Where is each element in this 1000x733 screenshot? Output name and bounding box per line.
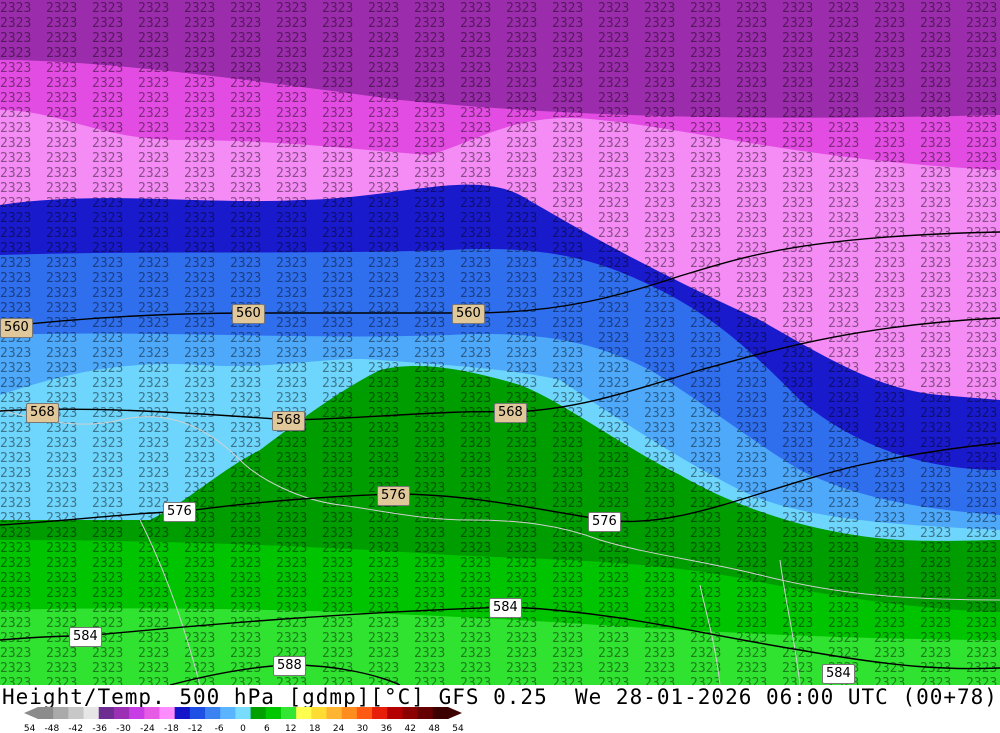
colorbar-cell (113, 707, 130, 719)
value-texture (0, 0, 1000, 685)
colorbar-left-arrow (24, 707, 38, 719)
contour-label: 584 (489, 598, 522, 618)
colorbar-cell (296, 707, 312, 719)
colorbar-cell (159, 707, 176, 719)
colorbar-tick-label: -30 (116, 724, 131, 733)
colorbar-cell (417, 707, 434, 719)
colorbar-cell (250, 707, 267, 719)
colorbar-tick-label: 30 (357, 724, 369, 733)
contour-label: 560 (232, 304, 265, 324)
contour-label: 560 (0, 318, 33, 338)
colorbar-cell (432, 707, 449, 719)
map-timestamp: We 28-01-2026 06:00 UTC (00+78) (575, 685, 998, 709)
colorbar-tick-label: -6 (215, 724, 224, 733)
colorbar-cell (341, 707, 358, 719)
colorbar-cell (220, 707, 236, 719)
colorbar-cell (387, 707, 403, 719)
colorbar-cell (280, 707, 297, 719)
colorbar-tick-label: 36 (381, 724, 393, 733)
colorbar-tick-label: 0 (240, 724, 246, 733)
contour-label: 568 (272, 411, 305, 431)
colorbar-cell (38, 707, 54, 719)
contour-label: 560 (452, 304, 485, 324)
colorbar-tick-label: -12 (188, 724, 203, 733)
colorbar-tick-label: -42 (68, 724, 83, 733)
colorbar-cell (189, 707, 206, 719)
contour-label: 584 (69, 627, 102, 647)
colorbar-cell (235, 707, 252, 719)
colorbar-cell (265, 707, 282, 719)
colorbar-tick-label: -48 (45, 724, 60, 733)
colorbar-cell (68, 707, 85, 719)
colorbar-cell (311, 707, 328, 719)
contour-label: 576 (377, 486, 410, 506)
colorbar-tick-label: -36 (92, 724, 107, 733)
colorbar-cell (205, 707, 221, 719)
colorbar-tick-label: 54 (452, 724, 464, 733)
colorbar-cell (356, 707, 373, 719)
colorbar-cell (129, 707, 145, 719)
colorbar-cell (98, 707, 115, 719)
map-title: Height/Temp. 500 hPa [gdmp][°C] GFS 0.25 (2, 685, 548, 709)
contour-label: 584 (822, 664, 855, 684)
colorbar-tick-label: 24 (333, 724, 345, 733)
colorbar-cell (402, 707, 419, 719)
colorbar-tick-label: 48 (428, 724, 440, 733)
colorbar: -54 -48 -42 -36 -30 -24 -18 -12 -6 0 6 12 18 24 30 36 42… (24, 707, 464, 733)
colorbar-cell (174, 707, 191, 719)
colorbar-tick-label: 6 (264, 724, 270, 733)
contour-label: 568 (26, 403, 59, 423)
colorbar-tick-label: -24 (140, 724, 155, 733)
colorbar-cell (144, 707, 160, 719)
colorbar-tick-label: 18 (309, 724, 321, 733)
contour-label: 568 (494, 403, 527, 423)
colorbar-tick-label: 42 (404, 724, 415, 733)
colorbar-cell (372, 707, 388, 719)
colorbar-tick-label: 12 (285, 724, 296, 733)
contour-label: 588 (273, 656, 306, 676)
colorbar-tick-label: -54 (24, 724, 36, 733)
colorbar-cell (83, 707, 100, 719)
colorbar-cell (326, 707, 343, 719)
contour-label: 576 (163, 502, 196, 522)
contour-label: 576 (588, 512, 621, 532)
weather-map: 2323 (0, 0, 1000, 685)
colorbar-tick-label: -18 (164, 724, 179, 733)
map-footer: Height/Temp. 500 hPa [gdmp][°C] GFS 0.25… (0, 685, 1000, 733)
colorbar-right-arrow (448, 707, 462, 719)
colorbar-cell (53, 707, 69, 719)
